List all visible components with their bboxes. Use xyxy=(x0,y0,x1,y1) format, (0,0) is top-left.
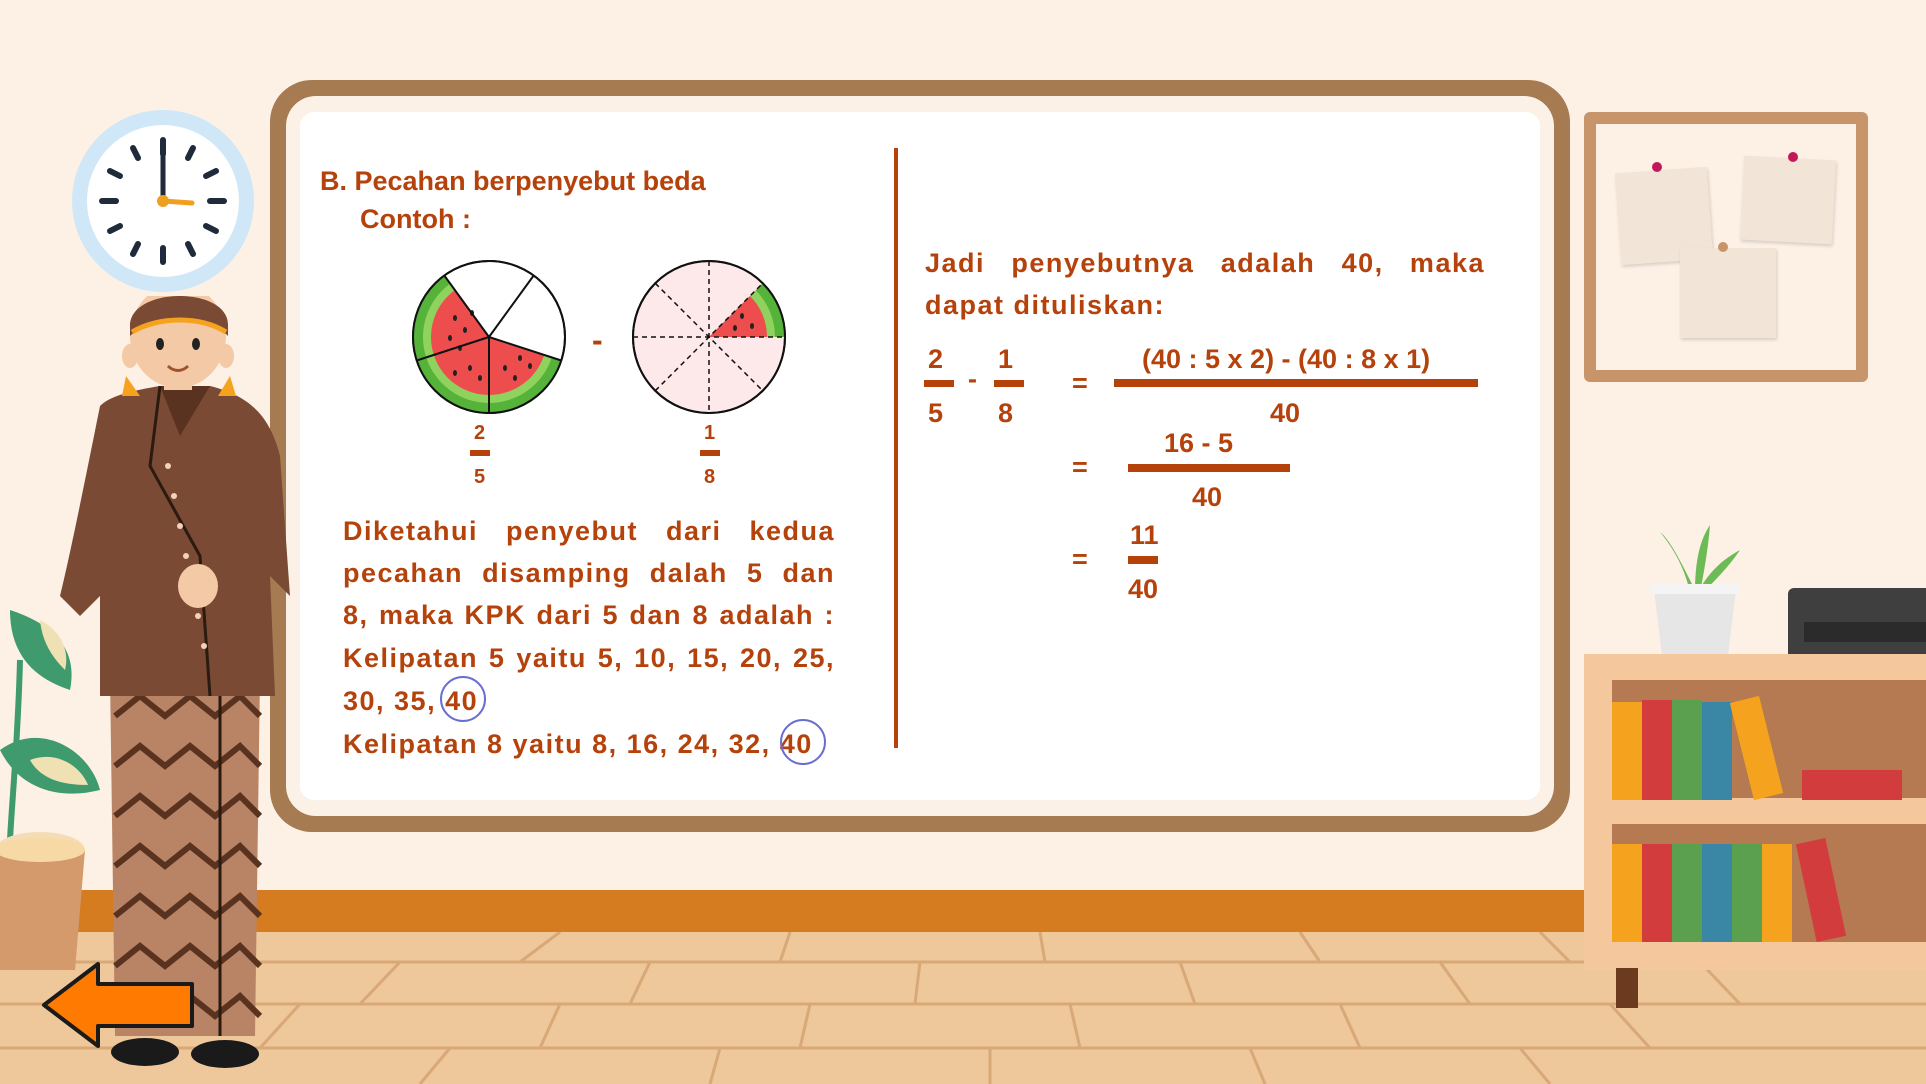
pin-icon xyxy=(1718,242,1728,252)
watermelon-pie-one-eighth xyxy=(630,258,788,416)
fraction-left-denominator: 5 xyxy=(474,466,486,488)
eq-step1-bar xyxy=(1114,379,1478,387)
eq-result-bar xyxy=(1128,556,1158,564)
books-top xyxy=(1612,690,1926,801)
eq-step2-bar xyxy=(1128,464,1290,472)
explanation-line-6: Kelipatan 8 yaitu 8, 16, 24, 32, 40 xyxy=(343,729,813,759)
eq-equals-1: = xyxy=(1072,368,1088,398)
fraction-right-numerator: 1 xyxy=(704,422,716,444)
pin-icon xyxy=(1788,152,1798,162)
books-bottom xyxy=(1612,830,1926,943)
storage-box-decoration xyxy=(1788,588,1926,654)
conclusion-line-1: Jadi penyebutnya adalah 40, maka xyxy=(925,248,1485,278)
minus-sign: - xyxy=(592,322,603,358)
sticky-note-3 xyxy=(1680,248,1776,338)
eq-result-denominator: 40 xyxy=(1128,574,1159,604)
fraction-right-bar xyxy=(700,450,720,456)
sticky-note-2 xyxy=(1739,155,1837,245)
fraction-right-denominator: 8 xyxy=(704,466,716,488)
teacher-character xyxy=(60,284,290,1076)
section-heading: B. Pecahan berpenyebut beda xyxy=(320,166,706,196)
fraction-left-numerator: 2 xyxy=(474,422,486,444)
eq-bar-a xyxy=(924,380,954,387)
eq-step1-denominator: 40 xyxy=(1270,398,1301,428)
eq-operator: - xyxy=(968,364,977,394)
eq-result-numerator: 11 xyxy=(1130,520,1159,550)
clock-icon xyxy=(70,108,256,294)
eq-step2-numerator: 16 - 5 xyxy=(1164,428,1234,458)
eq-denominator-b: 8 xyxy=(998,398,1014,428)
whiteboard xyxy=(300,112,1540,800)
back-arrow-icon[interactable] xyxy=(40,960,200,1050)
board-divider xyxy=(894,148,898,748)
fraction-left-bar xyxy=(470,450,490,456)
pin-icon xyxy=(1652,162,1662,172)
eq-bar-b xyxy=(994,380,1024,387)
eq-numerator-a: 2 xyxy=(928,344,944,374)
eq-equals-2: = xyxy=(1072,452,1088,482)
example-label: Contoh : xyxy=(360,204,471,234)
explanation-line-3: 8, maka KPK dari 5 dan 8 adalah : xyxy=(343,600,835,630)
storage-box-decoration xyxy=(1804,622,1926,642)
eq-denominator-a: 5 xyxy=(928,398,944,428)
explanation-line-1: Diketahui penyebut dari kedua xyxy=(343,516,835,546)
eq-equals-3: = xyxy=(1072,544,1088,574)
eq-numerator-b: 1 xyxy=(998,344,1014,374)
explanation-line-2: pecahan disamping dalah 5 dan xyxy=(343,558,835,588)
eq-step1-numerator: (40 : 5 x 2) - (40 : 8 x 1) xyxy=(1142,344,1431,374)
watermelon-pie-two-fifths xyxy=(410,258,568,416)
bookshelf-leg xyxy=(1616,968,1638,1008)
eq-step2-denominator: 40 xyxy=(1192,482,1223,512)
highlight-circle-40-multiple-8 xyxy=(780,719,826,765)
highlight-circle-40-multiple-5 xyxy=(440,676,486,722)
conclusion-line-2: dapat dituliskan: xyxy=(925,290,1166,320)
shelf-plant-decoration xyxy=(1640,520,1750,656)
explanation-line-4: Kelipatan 5 yaitu 5, 10, 15, 20, 25, xyxy=(343,643,835,673)
